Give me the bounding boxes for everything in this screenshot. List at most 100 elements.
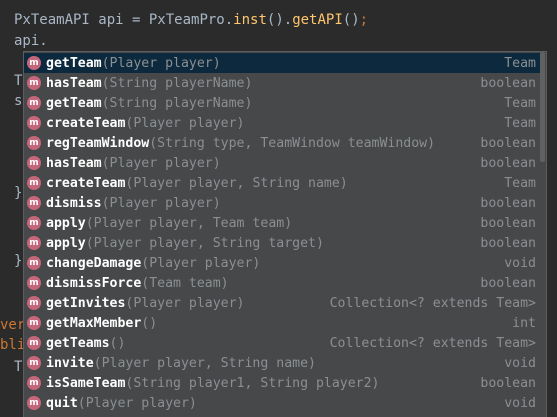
method-name: getInvites <box>46 295 126 311</box>
code-fragment: T <box>14 359 23 375</box>
method-icon: m <box>27 116 41 130</box>
call-parens-2: () <box>342 12 360 28</box>
method-icon: m <box>27 316 41 330</box>
completion-item[interactable]: m regTeamWindow (String type, TeamWindow t… <box>24 133 541 153</box>
return-type: Collection<? extends Team> <box>329 295 536 311</box>
method-params: (Player player, String name) <box>125 175 348 191</box>
method-name: regTeamWindow <box>46 135 150 151</box>
method-icon: m <box>27 276 41 290</box>
method-params: (String type, TeamWindow teamWindow) <box>149 135 436 151</box>
return-type: boolean <box>480 195 536 211</box>
dot: . <box>224 12 234 28</box>
completion-item[interactable]: m createTeam (Player player, String name) T… <box>24 173 541 193</box>
method-name: getTeam <box>46 55 102 71</box>
scrollbar-thumb[interactable] <box>540 52 545 162</box>
return-type: int <box>512 315 536 331</box>
completion-item[interactable]: m getTeam (Player player) Team <box>24 53 541 73</box>
code-line-1[interactable]: PxTeamAPI api = PxTeamPro.inst().getAPI(… <box>14 10 368 30</box>
method-icon: m <box>27 76 41 90</box>
completion-item[interactable]: m getTeam (String playerName) Team <box>24 93 541 113</box>
method-params: (String player1, String player2) <box>125 375 380 391</box>
method-name: isSameTeam <box>46 375 126 391</box>
return-type: Collection<? extends Team> <box>329 335 536 351</box>
class-name: PxTeamAPI <box>14 12 90 28</box>
method-icon: m <box>27 356 41 370</box>
method-icon: m <box>27 156 41 170</box>
completion-item[interactable]: m getInvites (Player player) Collection<? e… <box>24 293 541 313</box>
semicolon: ; <box>359 12 369 28</box>
method-params: () <box>141 315 158 331</box>
method-params: (Player player, String target) <box>85 235 324 251</box>
code-editor[interactable]: PxTeamAPI api = PxTeamPro.inst().getAPI(… <box>0 0 557 417</box>
method-name: createTeam <box>46 175 126 191</box>
method-icon: m <box>27 196 41 210</box>
return-type: boolean <box>480 275 536 291</box>
completion-item[interactable]: m createTeam (Player player) Team <box>24 113 541 133</box>
completion-item[interactable]: m hasTeam (Player player) boolean <box>24 153 541 173</box>
method-name: getMaxMember <box>46 315 142 331</box>
return-type: boolean <box>480 235 536 251</box>
method-params: (Player player) <box>125 115 245 131</box>
completion-item[interactable]: m hasTeam (String playerName) boolean <box>24 73 541 93</box>
method-params: (String playerName) <box>101 95 253 111</box>
method-params: (Player player) <box>101 195 221 211</box>
return-type: boolean <box>480 75 536 91</box>
method-params: () <box>109 335 126 351</box>
method-name: invite <box>46 355 94 371</box>
method-name: getTeam <box>46 95 102 111</box>
method-params: (Player player) <box>125 295 245 311</box>
method-icon: m <box>27 256 41 270</box>
completion-item[interactable]: m dismiss (Player player) boolean <box>24 193 541 213</box>
completion-item[interactable]: m getTeams() Collection<? extends Team> <box>24 333 541 353</box>
completion-item[interactable]: m dismissForce (Team team) boolean <box>24 273 541 293</box>
method-name: apply <box>46 235 86 251</box>
completion-item[interactable]: m apply (Player player, String target) bool… <box>24 233 541 253</box>
method-icon: m <box>27 56 41 70</box>
method-params: (Player player, Team team) <box>85 215 293 231</box>
completion-item[interactable]: m getMaxMember() int <box>24 313 541 333</box>
code-fragment: bli <box>0 337 26 353</box>
code-line-2[interactable]: api. <box>14 31 48 51</box>
method-name: dismissForce <box>46 275 142 291</box>
method-params: (Team team) <box>141 275 229 291</box>
code-fragment: } <box>14 185 23 201</box>
call-parens-1: (). <box>266 12 293 28</box>
method-params: (Player player) <box>141 255 261 271</box>
method-name: hasTeam <box>46 75 102 91</box>
var-declaration: api = <box>89 12 149 28</box>
return-type: void <box>504 395 536 411</box>
method-params: (Player player) <box>101 155 221 171</box>
return-type: boolean <box>480 135 536 151</box>
method-icon: m <box>27 96 41 110</box>
code-fragment: } <box>14 253 23 269</box>
method-name: quit <box>46 395 78 411</box>
method-name: getTeams <box>46 335 110 351</box>
method-icon: m <box>27 296 41 310</box>
code-completion-popup[interactable]: m getTeam (Player player) Team m hasTeam (Stri… <box>23 51 547 417</box>
method-params: (String playerName) <box>101 75 253 91</box>
return-type: boolean <box>480 155 536 171</box>
completion-item[interactable]: m changeDamage (Player player) void <box>24 253 541 273</box>
return-type: void <box>504 355 536 371</box>
completion-item[interactable]: m apply (Player player, Team team) boolean <box>24 213 541 233</box>
code-fragment: ver <box>0 317 26 333</box>
popup-scrollbar[interactable] <box>540 52 546 416</box>
completion-item[interactable]: m invite (Player player, String name) void <box>24 353 541 373</box>
method-icon: m <box>27 136 41 150</box>
method-icon: m <box>27 336 41 350</box>
method-inst: inst <box>233 12 267 28</box>
return-type: Team <box>504 175 536 191</box>
method-icon: m <box>27 236 41 250</box>
method-icon: m <box>27 216 41 230</box>
method-icon: m <box>27 176 41 190</box>
method-params: (Player player, String name) <box>93 355 316 371</box>
method-params: (Player player) <box>101 55 221 71</box>
target-class: PxTeamPro <box>148 12 225 28</box>
completion-item[interactable]: m quit (Player player) void <box>24 393 541 413</box>
completion-item[interactable]: m isSameTeam (String player1, String playe… <box>24 373 541 393</box>
return-type: boolean <box>480 375 536 391</box>
code-fragment: T <box>14 73 23 89</box>
method-name: apply <box>46 215 86 231</box>
return-type: boolean <box>480 215 536 231</box>
return-type: void <box>504 255 536 271</box>
